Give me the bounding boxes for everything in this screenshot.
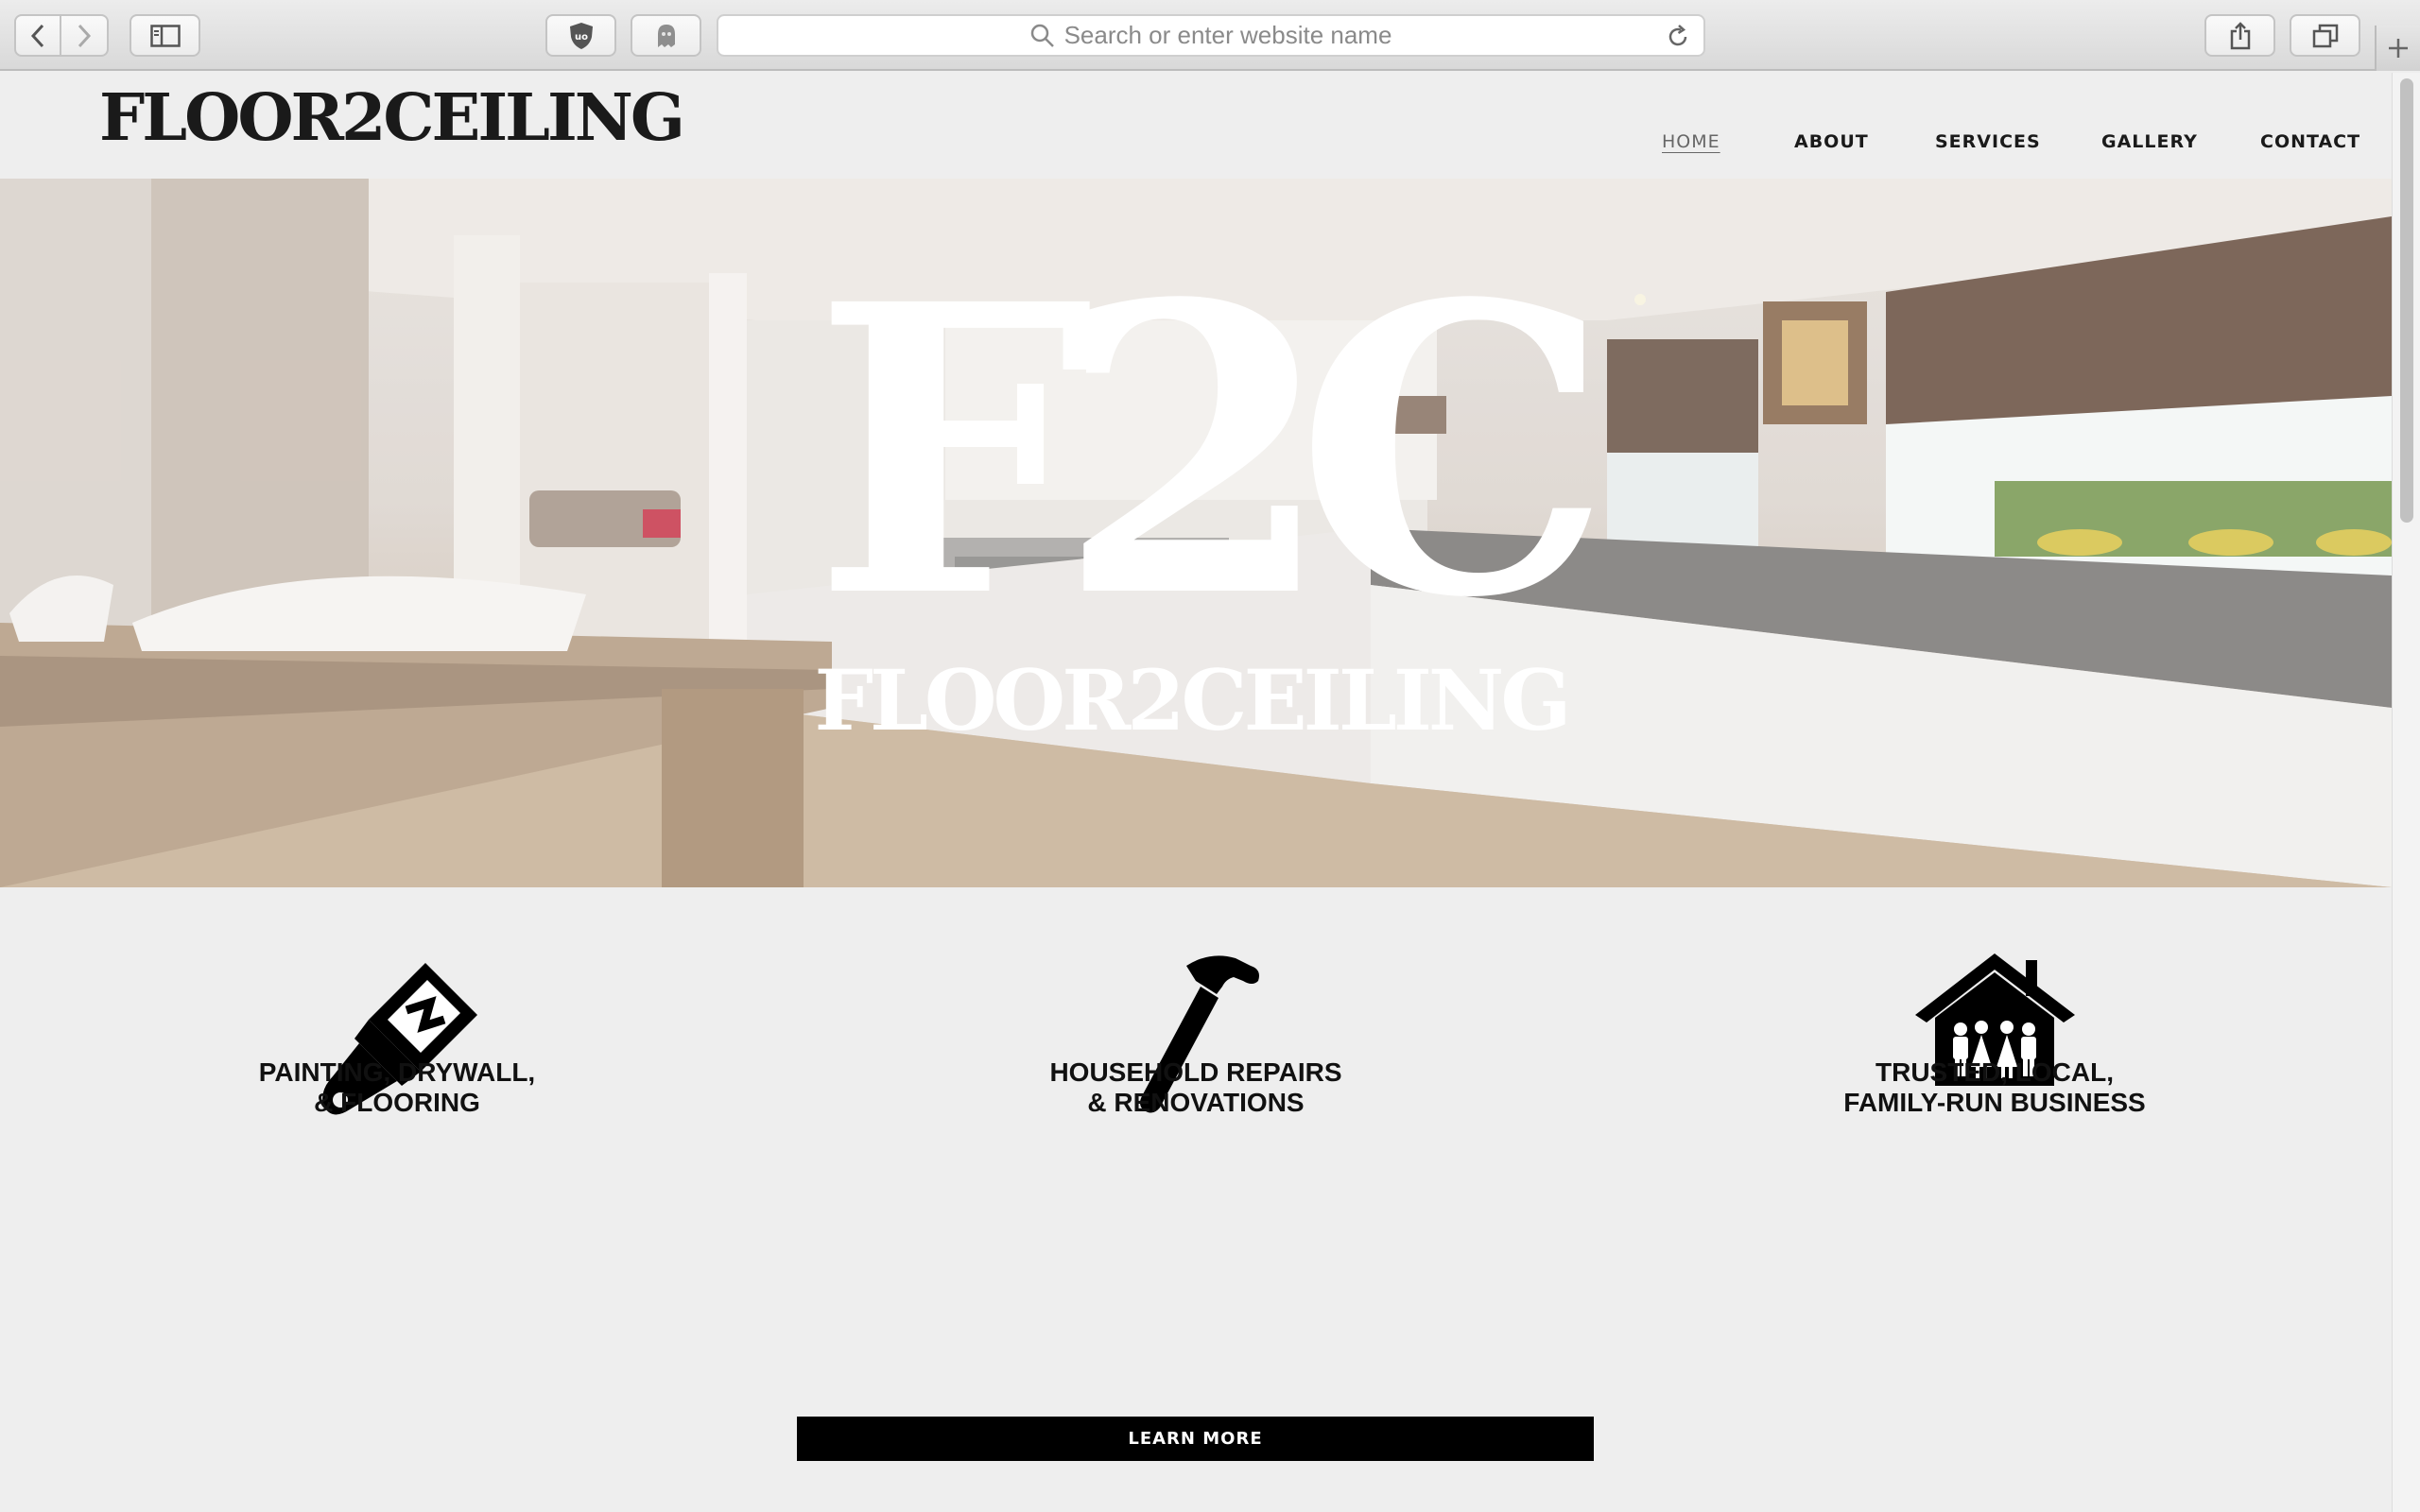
ublock-extension-button[interactable]: uo bbox=[545, 14, 616, 57]
hero-wordmark: FLOOR2CEILING bbox=[814, 651, 1572, 749]
nav-contact[interactable]: CONTACT bbox=[2260, 131, 2360, 152]
new-tab-button[interactable] bbox=[2375, 26, 2420, 71]
feature-painting-line1: PAINTING, DRYWALL, bbox=[258, 1057, 536, 1087]
search-icon bbox=[1030, 24, 1054, 47]
sidebar-icon bbox=[149, 24, 181, 47]
svg-text:uo: uo bbox=[575, 32, 588, 43]
page-scrollbar[interactable] bbox=[2392, 73, 2420, 1512]
scrollbar-thumb[interactable] bbox=[2400, 78, 2413, 523]
ghost-icon bbox=[657, 24, 675, 47]
feature-repairs-line1: HOUSEHOLD REPAIRS bbox=[1049, 1057, 1342, 1087]
back-button[interactable] bbox=[14, 14, 61, 57]
shield-icon: uo bbox=[569, 22, 593, 49]
nav-services[interactable]: SERVICES bbox=[1935, 131, 2041, 152]
forward-button[interactable] bbox=[61, 14, 109, 57]
ghostery-extension-button[interactable] bbox=[631, 14, 701, 57]
reload-icon[interactable] bbox=[1666, 25, 1690, 49]
sidebar-button[interactable] bbox=[130, 14, 200, 57]
feature-repairs-line2: & RENOVATIONS bbox=[1087, 1088, 1305, 1117]
chevron-right-icon bbox=[78, 24, 92, 47]
browser-toolbar: uo Search or enter website name bbox=[0, 0, 2420, 71]
plus-icon bbox=[2389, 39, 2408, 58]
nav-home[interactable]: HOME bbox=[1662, 131, 1720, 152]
tabs-overview-button[interactable] bbox=[2290, 14, 2360, 57]
share-button[interactable] bbox=[2204, 14, 2275, 57]
share-icon bbox=[2230, 21, 2250, 49]
nav-about[interactable]: ABOUT bbox=[1794, 131, 1869, 152]
site-logo[interactable]: FLOOR2CEILING bbox=[99, 80, 685, 156]
feature-repairs-text: HOUSEHOLD REPAIRS & RENOVATIONS bbox=[950, 1057, 1442, 1118]
learn-more-button[interactable]: LEARN MORE bbox=[797, 1417, 1594, 1461]
web-page: FLOOR2CEILING HOME ABOUT SERVICES GALLER… bbox=[0, 73, 2392, 1512]
chevron-left-icon bbox=[30, 24, 44, 47]
hero-logo: F2C FLOOR2CEILING bbox=[0, 179, 2392, 887]
feature-painting-text: PAINTING, DRYWALL, & FLOORING bbox=[151, 1057, 643, 1118]
site-header: FLOOR2CEILING HOME ABOUT SERVICES GALLER… bbox=[0, 73, 2392, 179]
hero-banner: F2C FLOOR2CEILING bbox=[0, 179, 2392, 887]
nav-gallery[interactable]: GALLERY bbox=[2101, 131, 2198, 152]
feature-family-line1: TRUSTED, LOCAL, bbox=[1876, 1057, 2114, 1087]
address-bar[interactable]: Search or enter website name bbox=[717, 14, 1705, 57]
address-bar-placeholder: Search or enter website name bbox=[1063, 21, 1392, 49]
feature-family-text: TRUSTED, LOCAL, FAMILY-RUN BUSINESS bbox=[1749, 1057, 2240, 1118]
tabs-icon bbox=[2312, 24, 2338, 47]
feature-family-line2: FAMILY-RUN BUSINESS bbox=[1843, 1088, 2146, 1117]
hero-monogram: F2C bbox=[813, 219, 1612, 685]
feature-painting-line2: & FLOORING bbox=[314, 1088, 480, 1117]
